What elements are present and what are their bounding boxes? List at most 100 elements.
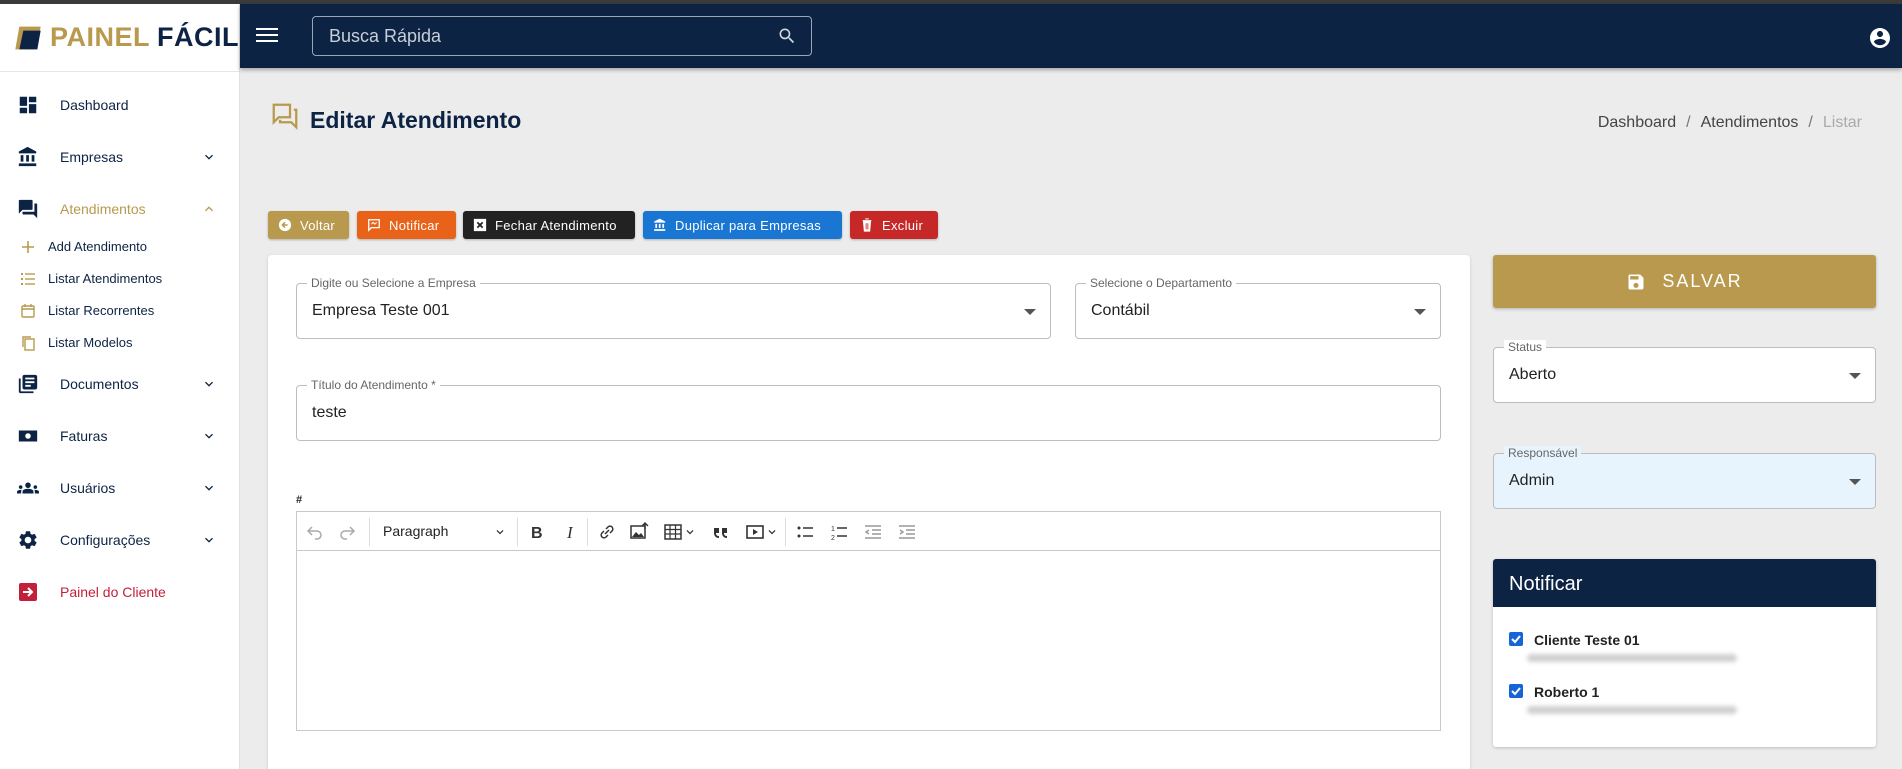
breadcrumb-atendimentos[interactable]: Atendimentos bbox=[1701, 114, 1799, 132]
notify-button[interactable]: Notificar bbox=[357, 211, 456, 239]
status-select-label: Status bbox=[1504, 340, 1547, 354]
checkbox-checked[interactable] bbox=[1509, 684, 1523, 698]
back-button[interactable]: Voltar bbox=[268, 211, 349, 239]
notify-person-name: Roberto 1 bbox=[1534, 684, 1600, 700]
numbered-list-icon[interactable]: 12 bbox=[829, 522, 849, 542]
sidebar-item-label: Empresas bbox=[60, 149, 124, 165]
department-select-label: Selecione o Departamento bbox=[1086, 276, 1237, 290]
chevron-down-icon bbox=[205, 433, 213, 439]
redacted-email bbox=[1527, 654, 1737, 662]
redacted-email bbox=[1527, 706, 1737, 714]
sidebar-item-faturas[interactable]: Faturas bbox=[0, 416, 240, 456]
bank-icon bbox=[16, 145, 40, 169]
sidebar-subitem-listar-recorrentes[interactable]: Listar Recorrentes bbox=[0, 296, 240, 326]
chevron-down-icon bbox=[205, 485, 213, 491]
redo-icon[interactable] bbox=[337, 522, 357, 542]
sidebar-item-documentos[interactable]: Documentos bbox=[0, 364, 240, 404]
search-box bbox=[312, 16, 812, 56]
sidebar-item-label: Usuários bbox=[60, 480, 116, 496]
undo-icon[interactable] bbox=[305, 522, 325, 542]
sidebar-subitem-listar-modelos[interactable]: Listar Modelos bbox=[0, 328, 240, 358]
exit-icon bbox=[16, 580, 40, 604]
sidebar-subitem-label: Listar Modelos bbox=[48, 335, 133, 350]
search-input[interactable] bbox=[313, 17, 811, 55]
hamburger-menu-icon[interactable] bbox=[256, 24, 278, 46]
delete-button[interactable]: Excluir bbox=[850, 211, 938, 239]
brand-part2: FÁCIL bbox=[157, 22, 239, 52]
department-select-value: Contábil bbox=[1091, 302, 1150, 319]
outdent-icon[interactable] bbox=[863, 522, 883, 542]
editor-toolbar: Paragraph B I 12 bbox=[297, 512, 1440, 551]
money-icon bbox=[16, 424, 40, 448]
breadcrumb-dashboard[interactable]: Dashboard bbox=[1598, 114, 1676, 132]
image-upload-icon[interactable] bbox=[629, 522, 649, 542]
svg-text:2: 2 bbox=[831, 535, 835, 542]
chevron-down-icon[interactable] bbox=[493, 525, 507, 539]
list-icon bbox=[21, 273, 35, 285]
dropdown-arrow-icon bbox=[1024, 309, 1036, 315]
close-ticket-button-label: Fechar Atendimento bbox=[495, 217, 617, 233]
bulleted-list-icon[interactable] bbox=[795, 522, 815, 542]
brand-part1: PAINEL bbox=[50, 22, 151, 52]
sidebar-subitem-listar-atendimentos[interactable]: Listar Atendimentos bbox=[0, 264, 240, 294]
sidebar-subitem-add-atendimento[interactable]: Add Atendimento bbox=[0, 232, 240, 262]
search-icon[interactable] bbox=[777, 26, 797, 46]
sidebar-item-dashboard[interactable]: Dashboard bbox=[0, 85, 240, 125]
calendar-icon bbox=[21, 304, 35, 318]
responsible-select[interactable]: Responsável Admin bbox=[1493, 446, 1876, 509]
brand-name: PAINEL FÁCIL bbox=[50, 22, 239, 53]
editor-content-area[interactable] bbox=[297, 551, 1440, 729]
link-icon[interactable] bbox=[597, 522, 617, 542]
save-button[interactable]: SALVAR bbox=[1493, 255, 1876, 308]
logo[interactable]: PAINEL FÁCIL bbox=[0, 4, 239, 72]
chevron-down-icon[interactable] bbox=[683, 522, 697, 542]
chevron-down-icon bbox=[205, 537, 213, 543]
breadcrumb-current: Listar bbox=[1822, 114, 1862, 131]
bold-icon[interactable]: B bbox=[527, 522, 547, 542]
status-select[interactable]: Status Aberto bbox=[1493, 340, 1876, 403]
sidebar-item-configuracoes[interactable]: Configurações bbox=[0, 520, 240, 560]
notify-panel-title: Notificar bbox=[1493, 559, 1876, 607]
trash-icon bbox=[862, 218, 872, 232]
sidebar-subitem-label: Add Atendimento bbox=[48, 239, 148, 254]
sidebar-item-atendimentos[interactable]: Atendimentos bbox=[0, 189, 240, 229]
chevron-down-icon bbox=[205, 381, 213, 387]
department-select[interactable]: Selecione o Departamento Contábil bbox=[1075, 276, 1441, 339]
breadcrumb: Dashboard / Atendimentos / Listar bbox=[1598, 114, 1862, 132]
title-field-label: Título do Atendimento * bbox=[307, 378, 440, 392]
toolbar-separator bbox=[517, 518, 518, 546]
sidebar-item-label: Faturas bbox=[60, 428, 108, 444]
italic-icon[interactable]: I bbox=[561, 522, 581, 542]
duplicate-button[interactable]: Duplicar para Empresas bbox=[643, 211, 842, 239]
logo-mark-icon bbox=[15, 26, 41, 49]
company-select[interactable]: Digite ou Selecione a Empresa Empresa Te… bbox=[296, 276, 1051, 339]
svg-text:1: 1 bbox=[831, 526, 835, 533]
close-box-icon bbox=[473, 218, 487, 232]
account-icon[interactable] bbox=[1868, 26, 1892, 50]
indent-icon[interactable] bbox=[897, 522, 917, 542]
responsible-select-value: Admin bbox=[1509, 472, 1555, 489]
close-ticket-button[interactable]: Fechar Atendimento bbox=[463, 211, 635, 239]
table-icon[interactable] bbox=[663, 522, 683, 542]
sidebar-item-usuarios[interactable]: Usuários bbox=[0, 468, 240, 508]
sidebar-subitem-label: Listar Recorrentes bbox=[48, 303, 155, 318]
blockquote-icon[interactable] bbox=[711, 522, 731, 542]
gear-icon bbox=[16, 528, 40, 552]
document-icon bbox=[16, 372, 40, 396]
dashboard-icon bbox=[16, 93, 40, 117]
title-field[interactable]: Título do Atendimento * teste bbox=[296, 378, 1441, 441]
chevron-up-icon bbox=[205, 206, 213, 212]
chevron-down-icon[interactable] bbox=[765, 522, 779, 542]
sidebar-subitem-label: Listar Atendimentos bbox=[48, 271, 163, 286]
dropdown-arrow-icon bbox=[1414, 309, 1426, 315]
sidebar-item-painel-do-cliente[interactable]: Painel do Cliente bbox=[0, 572, 240, 612]
paragraph-dropdown[interactable]: Paragraph bbox=[383, 523, 448, 539]
title-field-value: teste bbox=[312, 404, 347, 421]
responsible-select-label: Responsável bbox=[1504, 446, 1582, 460]
checkbox-checked[interactable] bbox=[1509, 632, 1523, 646]
svg-text:B: B bbox=[531, 525, 543, 542]
sidebar-item-empresas[interactable]: Empresas bbox=[0, 137, 240, 177]
toolbar-separator bbox=[587, 518, 588, 546]
media-embed-icon[interactable] bbox=[745, 522, 765, 542]
bank-icon bbox=[654, 218, 666, 231]
